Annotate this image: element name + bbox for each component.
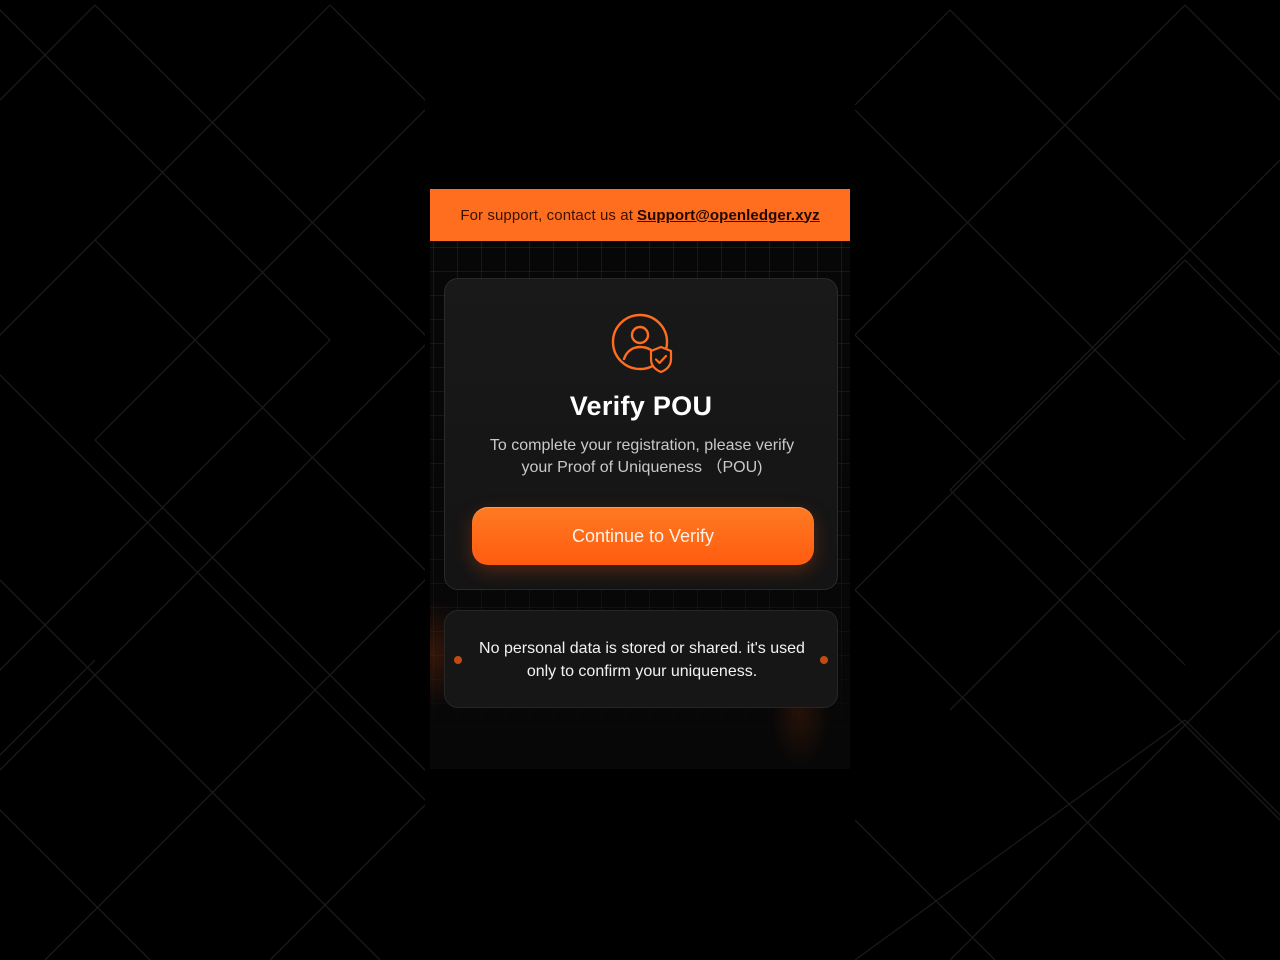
user-shield-check-icon [611,313,673,374]
verify-card: Verify POU To complete your registration… [444,278,838,590]
notice-dot-right [820,656,828,664]
notice-dot-left [454,656,462,664]
verify-description: To complete your registration, please ve… [489,437,795,476]
verification-panel: For support, contact us at Support@openl… [430,189,850,769]
privacy-notice-text: No personal data is stored or shared. it… [479,640,805,680]
support-banner: For support, contact us at Support@openl… [430,189,850,241]
diamond-pattern-right [855,4,1280,960]
privacy-notice-card: No personal data is stored or shared. it… [444,610,838,708]
diamond-pattern-left [0,4,425,960]
app-root: For support, contact us at Support@openl… [0,0,1280,960]
continue-to-verify-button[interactable]: Continue to Verify [472,507,814,565]
support-email-link[interactable]: Support@openledger.xyz [637,207,820,224]
support-prefix-text: For support, contact us at [460,206,633,224]
page-title: Verify POU [569,391,713,421]
